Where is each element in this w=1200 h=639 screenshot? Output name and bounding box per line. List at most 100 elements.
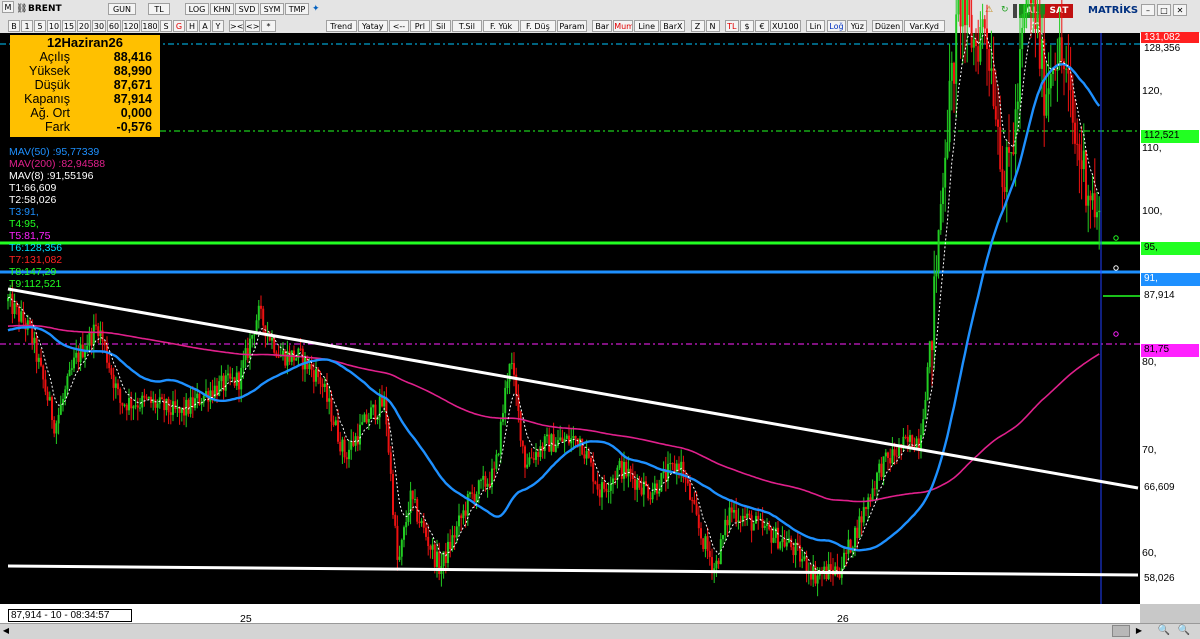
price-tag-t5: 81,75 xyxy=(1141,344,1199,357)
candle-body xyxy=(48,397,51,401)
candle-body xyxy=(889,458,892,464)
candle-body xyxy=(374,404,377,420)
price-tag-t1: 66,609 xyxy=(1144,482,1175,493)
candle-body xyxy=(704,536,707,549)
candle-body xyxy=(781,538,784,543)
candle-body xyxy=(484,475,487,487)
candle-body xyxy=(561,437,564,442)
candle-body xyxy=(983,19,986,29)
candle-body xyxy=(251,335,254,339)
price-chart[interactable] xyxy=(0,0,1200,638)
candle-body xyxy=(1025,0,1028,5)
candle-body xyxy=(319,377,322,384)
candle-body xyxy=(33,337,36,344)
candle-body xyxy=(211,390,214,398)
candle-body xyxy=(95,324,97,327)
candle-body xyxy=(1087,195,1090,206)
info-row-diff: Fark -0,576 xyxy=(45,120,152,134)
candle-body xyxy=(931,341,933,351)
indicator-1: MAV(50) :95,77339 xyxy=(9,146,100,158)
candle-body xyxy=(928,341,931,368)
candle-body xyxy=(475,494,478,503)
candle-body xyxy=(792,547,795,555)
candle-body xyxy=(988,49,991,71)
candle-body xyxy=(348,449,350,460)
candle-body xyxy=(871,488,874,501)
candle-body xyxy=(878,463,881,473)
candle-body xyxy=(44,379,47,392)
candle-body xyxy=(73,357,75,369)
y-tick-2: 110, xyxy=(1142,142,1162,154)
candle-body xyxy=(557,440,559,446)
candle-body xyxy=(761,518,764,528)
candle-body xyxy=(959,0,962,27)
candle-body xyxy=(326,383,328,402)
candle-body xyxy=(1049,74,1052,89)
candle-body xyxy=(757,515,760,519)
candle-body xyxy=(7,298,9,302)
candle-body xyxy=(299,348,302,350)
scroll-thumb[interactable] xyxy=(1112,625,1130,637)
candle-body xyxy=(1076,143,1079,145)
candle-body xyxy=(367,419,370,423)
y-axis-panel xyxy=(1140,33,1200,604)
candle-body xyxy=(640,487,643,495)
candle-body xyxy=(231,377,234,379)
candle-body xyxy=(651,492,654,500)
candle-body xyxy=(196,393,199,399)
candle-body xyxy=(130,398,133,409)
candle-body xyxy=(961,0,964,27)
candle-body xyxy=(453,535,456,538)
candle-body xyxy=(493,468,496,470)
candle-body xyxy=(363,414,366,423)
scroll-left-icon[interactable]: ◀ xyxy=(0,625,12,637)
candle-body xyxy=(856,527,859,539)
zoom-out-icon[interactable]: 🔍 xyxy=(1156,624,1172,637)
candle-body xyxy=(64,389,67,399)
candle-body xyxy=(955,14,958,84)
candle-body xyxy=(893,449,896,456)
candle-body xyxy=(37,357,40,362)
candle-body xyxy=(139,407,141,409)
indicator-2: MAV(200) :82,94588 xyxy=(9,158,106,170)
candle-body xyxy=(117,383,119,390)
candle-body xyxy=(867,497,870,510)
candle-body xyxy=(51,397,53,420)
candle-body xyxy=(99,330,102,337)
candle-body xyxy=(1023,4,1026,28)
price-tag-t2: 58,026 xyxy=(1144,573,1175,584)
candle-body xyxy=(308,364,311,369)
candle-body xyxy=(854,527,856,548)
scroll-right-icon[interactable]: ▶ xyxy=(1133,625,1145,637)
candle-body xyxy=(548,434,551,452)
info-date: 12Haziran26 xyxy=(47,35,123,50)
candle-body xyxy=(246,348,249,358)
candle-body xyxy=(733,510,735,513)
candle-body xyxy=(128,398,130,411)
candle-body xyxy=(904,436,907,438)
candle-body xyxy=(590,457,592,463)
candle-body xyxy=(418,521,421,524)
horizontal-scrollbar[interactable]: ◀ ▶ 🔍 🔍 xyxy=(0,623,1200,639)
candle-body xyxy=(752,523,755,531)
candle-body xyxy=(147,396,150,399)
candle-body xyxy=(702,538,705,550)
candle-body xyxy=(330,398,333,422)
candle-body xyxy=(616,467,619,480)
candle-body xyxy=(532,458,535,460)
candle-body xyxy=(935,271,938,277)
candle-body xyxy=(1038,14,1041,69)
candle-body xyxy=(649,498,652,500)
candle-body xyxy=(345,457,348,460)
candle-body xyxy=(387,424,390,453)
candle-body xyxy=(194,398,196,408)
candle-body xyxy=(1010,152,1013,154)
candle-body xyxy=(1082,150,1085,170)
candle-body xyxy=(1060,37,1063,61)
candle-body xyxy=(253,334,256,336)
candle-body xyxy=(35,337,38,362)
candle-body xyxy=(693,500,696,504)
candle-body xyxy=(777,527,779,549)
indicator-12: T9:112,521 xyxy=(9,278,62,290)
zoom-in-icon[interactable]: 🔍 xyxy=(1176,624,1192,637)
